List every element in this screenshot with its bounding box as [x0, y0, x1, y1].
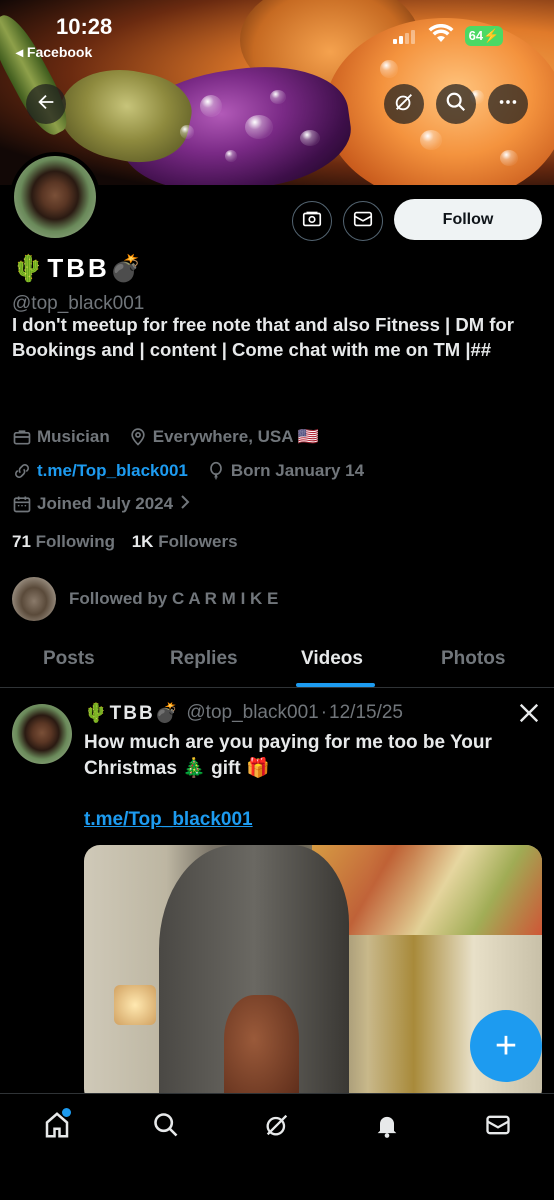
location-icon	[128, 427, 148, 447]
search-icon	[445, 91, 467, 118]
grok-icon	[263, 1111, 291, 1144]
active-tab-indicator	[296, 683, 375, 687]
briefcase-icon	[12, 427, 32, 447]
followed-by[interactable]: Followed by C A R M I K E	[12, 577, 278, 621]
profile-meta-row-1: Musician Everywhere, USA 🇺🇸	[12, 427, 319, 447]
mail-icon	[484, 1111, 512, 1144]
search-button[interactable]	[436, 84, 476, 124]
nav-messages[interactable]	[481, 1110, 515, 1144]
profile-website-link[interactable]: t.me/Top_black001	[37, 461, 188, 481]
grok-icon	[393, 91, 415, 118]
profile-bio: I don't meetup for free note that and al…	[12, 312, 547, 362]
profile-meta-row-2: t.me/Top_black001 Born January 14	[12, 461, 364, 481]
post-separator: ·	[320, 702, 328, 723]
notification-dot	[62, 1108, 71, 1117]
money-icon	[301, 208, 323, 235]
followed-by-text: Followed by C A R M I K E	[69, 589, 279, 608]
back-button[interactable]	[26, 84, 66, 124]
follower-avatar	[12, 577, 56, 621]
nav-notifications[interactable]	[370, 1110, 404, 1144]
tab-photos[interactable]: Photos	[441, 648, 505, 670]
profile-bio-text: I don't meetup for free note that and al…	[12, 314, 514, 360]
follow-button[interactable]: Follow	[394, 199, 542, 240]
subscribe-button[interactable]	[292, 201, 332, 241]
search-icon	[152, 1111, 180, 1144]
more-icon	[497, 91, 519, 118]
profile-location: Everywhere, USA 🇺🇸	[152, 427, 319, 446]
nav-grok[interactable]	[260, 1110, 294, 1144]
bottom-navigation	[0, 1093, 554, 1200]
plus-icon: +	[494, 1024, 518, 1067]
profile-birthday: Born January 14	[230, 461, 365, 480]
status-bar: 10:28 ◂ Facebook 64⚡	[0, 0, 554, 64]
x-logo-icon	[518, 700, 540, 731]
status-time: 10:28	[56, 14, 113, 39]
tab-videos[interactable]: Videos	[301, 648, 363, 670]
profile-joined: Joined July 2024	[37, 494, 174, 513]
chevron-right-icon	[179, 494, 191, 514]
back-to-app-link[interactable]: ◂ Facebook	[16, 44, 92, 61]
tab-replies[interactable]: Replies	[170, 648, 238, 670]
signal-icon	[393, 30, 417, 44]
post-author-name[interactable]: 🌵TBB💣	[84, 701, 180, 725]
bell-icon	[373, 1111, 401, 1144]
profile-category: Musician	[37, 427, 110, 446]
profile-meta-row-3[interactable]: Joined July 2024	[12, 494, 191, 514]
post-link[interactable]: t.me/Top_black001	[84, 809, 253, 831]
arrow-left-icon	[35, 91, 57, 118]
tab-posts[interactable]: Posts	[43, 648, 95, 670]
wifi-icon	[428, 23, 454, 49]
post-author-avatar[interactable]	[12, 704, 72, 764]
profile-tabs: Posts Replies Videos Photos	[0, 636, 554, 688]
post-date[interactable]: 12/15/25	[329, 702, 403, 724]
balloon-icon	[206, 461, 226, 481]
battery-indicator: 64⚡	[465, 26, 503, 46]
follow-stats: 71 Following 1K Followers	[12, 532, 238, 552]
profile-avatar[interactable]	[10, 152, 100, 242]
more-button[interactable]	[488, 84, 528, 124]
mail-icon	[352, 208, 374, 235]
message-button[interactable]	[343, 201, 383, 241]
nav-search[interactable]	[149, 1110, 183, 1144]
compose-button[interactable]: +	[470, 1010, 542, 1082]
following-link[interactable]: 71 Following	[12, 532, 115, 551]
post-author-handle[interactable]: @top_black001	[186, 702, 318, 724]
calendar-icon	[12, 494, 32, 514]
followers-link[interactable]: 1K Followers	[132, 532, 238, 551]
nav-home[interactable]	[40, 1108, 74, 1144]
grok-button[interactable]	[384, 84, 424, 124]
post-header: 🌵TBB💣 @top_black001 · 12/15/25	[84, 701, 403, 725]
post-text: How much are you paying for me too be Yo…	[84, 732, 492, 779]
post-video[interactable]	[84, 845, 542, 1105]
profile-name: 🌵TBB💣	[12, 253, 146, 283]
link-icon	[12, 461, 32, 481]
